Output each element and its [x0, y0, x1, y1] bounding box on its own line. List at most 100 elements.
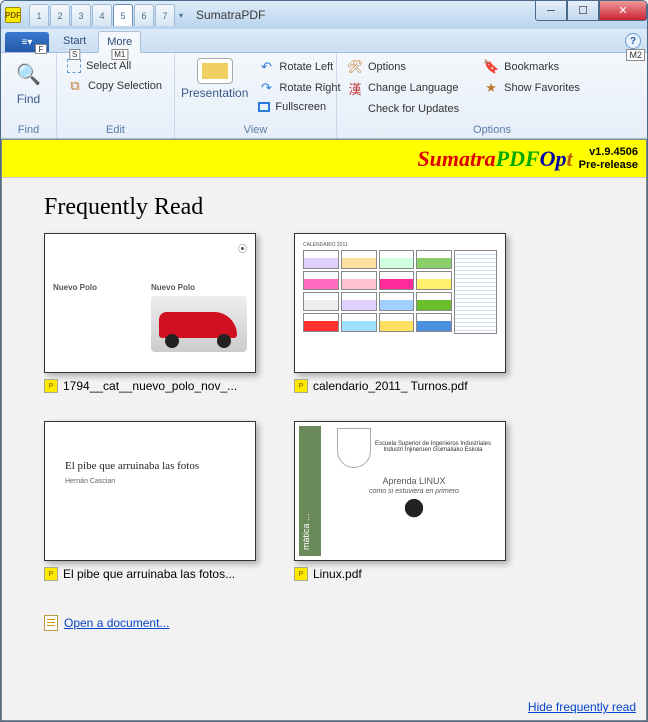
check-updates-button[interactable]: Check for Updates — [343, 100, 463, 118]
calendar-preview — [303, 250, 497, 334]
hide-frequently-read-link[interactable]: Hide frequently read — [528, 700, 636, 714]
app-window: PDF 1 2 3 4 5 6 7 ▾ SumatraPDF ─ ☐ ✕ ≡▾ … — [0, 0, 648, 722]
ribbon-group-edit-label: Edit — [63, 122, 168, 138]
doc-preview: El pibe que arruinaba las fotos Hernán C… — [44, 421, 256, 561]
copy-selection-button[interactable]: ⧉ Copy Selection — [63, 77, 166, 95]
version-number: v1.9.4506 — [579, 146, 638, 158]
doc-filename: Linux.pdf — [313, 567, 362, 581]
document-icon — [44, 615, 58, 631]
show-favorites-button[interactable]: ★ Show Favorites — [479, 79, 584, 97]
brand-logo: SumatraPDFOpt — [417, 146, 572, 172]
select-all-button[interactable]: Select All — [63, 58, 166, 74]
language-icon: 漢 — [347, 80, 363, 96]
fullscreen-button[interactable]: Fullscreen — [254, 100, 344, 114]
ribbon-group-options: 🛠 Options 漢 Change Language Check for Up… — [337, 53, 647, 138]
qat-tab-1[interactable]: 1 — [29, 4, 49, 26]
copy-icon: ⧉ — [67, 78, 83, 94]
preview-sub: como si estuviera en primero — [369, 488, 459, 495]
brand-part-4: t — [567, 146, 573, 171]
ribbon-group-options-label: Options — [343, 122, 641, 138]
maximize-button[interactable]: ☐ — [567, 1, 599, 21]
find-button[interactable]: 🔍 Find — [7, 56, 50, 122]
pdf-icon: P — [44, 567, 58, 581]
qat-tab-6[interactable]: 6 — [134, 4, 154, 26]
tux-icon — [403, 499, 425, 525]
bookmarks-icon: 🔖 — [483, 59, 499, 75]
fullscreen-icon — [258, 102, 270, 112]
brand-banner: SumatraPDFOpt v1.9.4506 Pre-release — [2, 140, 646, 178]
doc-filename: 1794__cat__nuevo_polo_nov_... — [63, 379, 237, 393]
ribbon-group-view: Presentation ↶ Rotate Left ↷ Rotate Righ… — [175, 53, 337, 138]
rotate-left-button[interactable]: ↶ Rotate Left — [254, 58, 344, 76]
app-icon: PDF — [5, 7, 21, 23]
thumbnail-grid: ⦿ Nuevo Polo Nuevo Polo — [44, 233, 604, 581]
tab-more[interactable]: More M1 — [98, 31, 141, 53]
preview-text: Nuevo Polo — [53, 283, 131, 292]
close-button[interactable]: ✕ — [599, 1, 647, 21]
qat-tab-2[interactable]: 2 — [50, 4, 70, 26]
options-button[interactable]: 🛠 Options — [343, 58, 463, 76]
titlebar: PDF 1 2 3 4 5 6 7 ▾ SumatraPDF ─ ☐ ✕ — [1, 1, 647, 29]
copy-selection-label: Copy Selection — [88, 80, 162, 92]
preview-title: El pibe que arruinaba las fotos — [65, 460, 235, 472]
presentation-icon — [197, 58, 233, 84]
minimize-button[interactable]: ─ — [535, 1, 567, 21]
check-updates-label: Check for Updates — [368, 103, 459, 115]
preview-uni: Escuela Superior de Ingenieros Industria… — [375, 441, 491, 453]
pre-release-label: Pre-release — [579, 159, 638, 171]
rotate-right-label: Rotate Right — [279, 82, 340, 94]
show-favorites-label: Show Favorites — [504, 82, 580, 94]
ribbon-group-edit: Select All ⧉ Copy Selection Edit — [57, 53, 175, 138]
doc-thumb-pibe[interactable]: El pibe que arruinaba las fotos Hernán C… — [44, 421, 264, 581]
change-language-button[interactable]: 漢 Change Language — [343, 79, 463, 97]
help-button[interactable]: ? — [625, 33, 641, 49]
file-menu-icon: ≡▾ — [22, 37, 33, 48]
qat-dropdown-icon[interactable]: ▾ — [176, 4, 186, 26]
open-document-link[interactable]: Open a document... — [64, 616, 169, 630]
window-title: SumatraPDF — [196, 8, 265, 22]
pdf-icon: P — [294, 379, 308, 393]
brand-part-1: Sumatra — [417, 146, 495, 171]
file-keyhint: F — [35, 44, 47, 54]
qat-tab-7[interactable]: 7 — [155, 4, 175, 26]
options-icon: 🛠 — [347, 59, 363, 75]
tab-start[interactable]: Start S — [55, 30, 94, 52]
qat-tab-3[interactable]: 3 — [71, 4, 91, 26]
options-label: Options — [368, 61, 406, 73]
shield-icon — [337, 428, 371, 468]
rotate-right-button[interactable]: ↷ Rotate Right — [254, 79, 344, 97]
updates-icon — [347, 101, 363, 117]
doc-filename: El pibe que arruinaba las fotos... — [63, 567, 235, 581]
start-page: Frequently Read ⦿ Nuevo Polo Nuevo Polo — [2, 178, 646, 720]
pdf-icon: P — [294, 567, 308, 581]
brand-part-2: PDF — [496, 146, 540, 171]
qat-tab-5[interactable]: 5 — [113, 4, 133, 26]
doc-thumb-polo[interactable]: ⦿ Nuevo Polo Nuevo Polo — [44, 233, 264, 393]
doc-filename: calendario_2011_ Turnos.pdf — [313, 379, 468, 393]
content-frame: SumatraPDFOpt v1.9.4506 Pre-release Freq… — [1, 139, 647, 721]
preview-side: mática ... — [299, 426, 321, 556]
open-document-row: Open a document... — [44, 615, 604, 631]
bookmarks-button[interactable]: 🔖 Bookmarks — [479, 58, 584, 76]
ribbon-group-view-label: View — [181, 122, 330, 138]
preview-author: Hernán Casciari — [65, 478, 235, 485]
change-language-label: Change Language — [368, 82, 459, 94]
ribbon-group-find: 🔍 Find Find — [1, 53, 57, 138]
doc-preview: mática ... Escuela Superior de Ingeniero… — [294, 421, 506, 561]
window-buttons: ─ ☐ ✕ — [535, 1, 647, 21]
tab-more-label: More — [107, 36, 132, 48]
frequently-read-heading: Frequently Read — [44, 194, 604, 221]
presentation-button[interactable]: Presentation — [181, 56, 248, 122]
doc-thumb-linux[interactable]: mática ... Escuela Superior de Ingeniero… — [294, 421, 514, 581]
doc-preview: ⦿ Nuevo Polo Nuevo Polo — [44, 233, 256, 373]
brand-part-3: Op — [540, 146, 567, 171]
rotate-left-icon: ↶ — [258, 59, 274, 75]
qat-tab-4[interactable]: 4 — [92, 4, 112, 26]
presentation-label: Presentation — [181, 86, 248, 100]
file-tab[interactable]: ≡▾ F — [5, 32, 49, 52]
favorites-icon: ★ — [483, 80, 499, 96]
find-button-label: Find — [17, 92, 40, 106]
preview-text: Nuevo Polo — [151, 283, 247, 292]
doc-thumb-calendario[interactable]: CALENDARIO 2011 — [294, 233, 514, 393]
help-keyhint: M2 — [626, 49, 645, 61]
